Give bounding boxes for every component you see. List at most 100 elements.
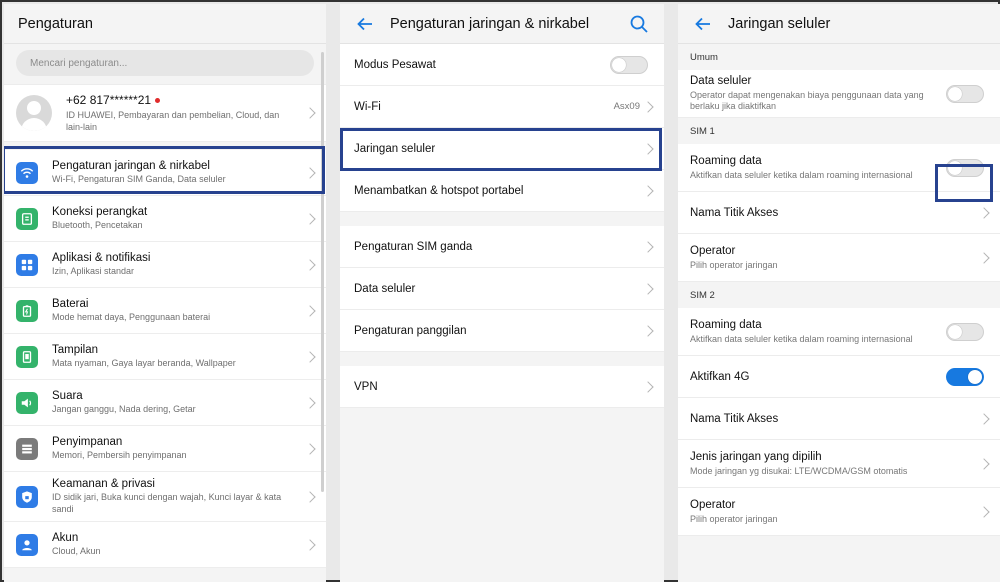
sim2-4g-row[interactable]: Aktifkan 4G xyxy=(678,356,1000,398)
network-header: Pengaturan jaringan & nirkabel xyxy=(340,4,664,44)
row-subtitle: Operator dapat mengenakan biaya pengguna… xyxy=(690,90,924,111)
settings-item-sound[interactable]: Suara Jangan ganggu, Nada dering, Getar xyxy=(4,380,326,426)
storage-icon xyxy=(16,437,38,460)
page-title: Pengaturan xyxy=(18,15,93,32)
row-title: Nama Titik Akses xyxy=(690,412,779,425)
row-title: Roaming data xyxy=(690,154,762,167)
settings-header: Pengaturan xyxy=(4,4,326,44)
wifi-network-name: Asx09 xyxy=(613,101,640,112)
search-icon[interactable] xyxy=(628,13,650,35)
chevron-right-icon xyxy=(642,324,654,337)
item-title: Baterai xyxy=(52,297,89,310)
scrollbar[interactable] xyxy=(321,52,324,492)
chevron-right-icon xyxy=(642,282,654,295)
settings-list: Pengaturan jaringan & nirkabel Wi-Fi, Pen… xyxy=(4,150,326,568)
mobile-network-panel: Jaringan seluler Umum Data seluler Operat… xyxy=(678,4,1000,582)
network-group-1: Modus Pesawat Wi-Fi Asx09 Jaringan selul… xyxy=(340,44,664,212)
sim2-network-type-row[interactable]: Jenis jaringan yang dipilih Mode jaringan… xyxy=(678,440,1000,488)
row-title: Jenis jaringan yang dipilih xyxy=(690,450,822,463)
row-label: Pengaturan SIM ganda xyxy=(354,240,473,253)
item-subtitle: Izin, Aplikasi standar xyxy=(52,265,135,276)
sim2-apn-row[interactable]: Nama Titik Akses xyxy=(678,398,1000,440)
dual-sim-settings-row[interactable]: Pengaturan SIM ganda xyxy=(340,226,664,268)
settings-panel: Pengaturan Mencari pengaturan... +62 817… xyxy=(4,4,326,582)
mobile-network-header: Jaringan seluler xyxy=(678,4,1000,44)
row-subtitle: Aktifkan data seluler ketika dalam roami… xyxy=(690,169,913,180)
network-settings-panel: Pengaturan jaringan & nirkabel Modus Pes… xyxy=(340,4,664,582)
row-title: Roaming data xyxy=(690,318,762,331)
avatar xyxy=(16,95,52,131)
settings-item-device-connection[interactable]: Koneksi perangkat Bluetooth, Pencetakan xyxy=(4,196,326,242)
row-subtitle: Pilih operator jaringan xyxy=(690,259,778,270)
apps-icon xyxy=(16,253,38,276)
sim2-operator-row[interactable]: Operator Pilih operator jaringan xyxy=(678,488,1000,536)
sim1-roaming-toggle[interactable] xyxy=(946,158,984,177)
mobile-data-row[interactable]: Data seluler Operator dapat mengenakan bi… xyxy=(678,70,1000,118)
row-label: Menambatkan & hotspot portabel xyxy=(354,184,524,197)
item-subtitle: Cloud, Akun xyxy=(52,545,101,556)
settings-item-account[interactable]: Akun Cloud, Akun xyxy=(4,522,326,568)
mobile-data-row[interactable]: Data seluler xyxy=(340,268,664,310)
display-icon xyxy=(16,345,38,368)
item-title: Keamanan & privasi xyxy=(52,478,155,490)
sim1-operator-row[interactable]: Operator Pilih operator jaringan xyxy=(678,234,1000,282)
vpn-row[interactable]: VPN xyxy=(340,366,664,408)
page-title: Pengaturan jaringan & nirkabel xyxy=(390,15,590,32)
item-subtitle: Memori, Pembersih penyimpanan xyxy=(52,449,187,460)
section-header-sim1: SIM 1 xyxy=(678,118,1000,144)
sound-icon xyxy=(16,391,38,414)
item-subtitle: Bluetooth, Pencetakan xyxy=(52,219,143,230)
row-subtitle: Mode jaringan yg disukai: LTE/WCDMA/GSM … xyxy=(690,465,908,476)
settings-item-display[interactable]: Tampilan Mata nyaman, Gaya layar beranda,… xyxy=(4,334,326,380)
hotspot-row[interactable]: Menambatkan & hotspot portabel xyxy=(340,170,664,212)
airplane-mode-toggle[interactable] xyxy=(610,55,648,74)
sim2-4g-toggle[interactable] xyxy=(946,367,984,386)
row-subtitle: Aktifkan data seluler ketika dalam roami… xyxy=(690,333,913,344)
account-row[interactable]: +62 817******21 ID HUAWEI, Pembayaran da… xyxy=(4,84,326,142)
network-group-2: Pengaturan SIM ganda Data seluler Pengat… xyxy=(340,226,664,352)
item-title: Koneksi perangkat xyxy=(52,205,148,218)
item-subtitle: Wi-Fi, Pengaturan SIM Ganda, Data selule… xyxy=(52,173,226,184)
chevron-right-icon xyxy=(642,100,654,113)
item-title: Penyimpanan xyxy=(52,435,123,448)
item-title: Akun xyxy=(52,531,79,544)
search-placeholder: Mencari pengaturan... xyxy=(30,57,128,69)
item-title: Aplikasi & notifikasi xyxy=(52,251,151,264)
section-header-general: Umum xyxy=(678,44,1000,70)
row-label: Pengaturan panggilan xyxy=(354,324,467,337)
chevron-right-icon xyxy=(642,142,654,155)
sim1-roaming-row[interactable]: Roaming data Aktifkan data seluler ketika… xyxy=(678,144,1000,192)
account-icon xyxy=(16,533,38,556)
back-arrow-icon[interactable] xyxy=(354,13,376,35)
settings-item-security[interactable]: Keamanan & privasi ID sidik jari, Buka ku… xyxy=(4,472,326,522)
section-header-sim2: SIM 2 xyxy=(678,282,1000,308)
settings-search-input[interactable]: Mencari pengaturan... xyxy=(16,50,314,76)
row-title: Operator xyxy=(690,244,736,257)
settings-item-battery[interactable]: Baterai Mode hemat daya, Penggunaan bater… xyxy=(4,288,326,334)
settings-item-storage[interactable]: Penyimpanan Memori, Pembersih penyimpanan xyxy=(4,426,326,472)
mobile-data-toggle[interactable] xyxy=(946,84,984,103)
row-label: Data seluler xyxy=(354,282,416,295)
row-label: Wi-Fi xyxy=(354,100,381,113)
wifi-row[interactable]: Wi-Fi Asx09 xyxy=(340,86,664,128)
account-number: +62 817******21 xyxy=(66,93,152,107)
network-group-3: VPN xyxy=(340,366,664,408)
mobile-network-row[interactable]: Jaringan seluler xyxy=(340,128,664,170)
item-title: Suara xyxy=(52,389,83,402)
account-subtitle: ID HUAWEI, Pembayaran dan pembelian, Clo… xyxy=(66,110,280,132)
chevron-right-icon xyxy=(642,240,654,253)
item-title: Pengaturan jaringan & nirkabel xyxy=(52,159,210,172)
airplane-mode-row[interactable]: Modus Pesawat xyxy=(340,44,664,86)
sim2-roaming-toggle[interactable] xyxy=(946,322,984,341)
row-title: Nama Titik Akses xyxy=(690,206,779,219)
call-settings-row[interactable]: Pengaturan panggilan xyxy=(340,310,664,352)
sim1-apn-row[interactable]: Nama Titik Akses xyxy=(678,192,1000,234)
settings-item-network[interactable]: Pengaturan jaringan & nirkabel Wi-Fi, Pen… xyxy=(4,150,326,196)
back-arrow-icon[interactable] xyxy=(692,13,714,35)
settings-item-apps[interactable]: Aplikasi & notifikasi Izin, Aplikasi stan… xyxy=(4,242,326,288)
item-subtitle: Mata nyaman, Gaya layar beranda, Wallpap… xyxy=(52,357,236,368)
item-title: Tampilan xyxy=(52,343,99,356)
sim2-roaming-row[interactable]: Roaming data Aktifkan data seluler ketika… xyxy=(678,308,1000,356)
item-subtitle: ID sidik jari, Buka kunci dengan wajah, … xyxy=(52,492,282,514)
row-title: Operator xyxy=(690,498,736,511)
